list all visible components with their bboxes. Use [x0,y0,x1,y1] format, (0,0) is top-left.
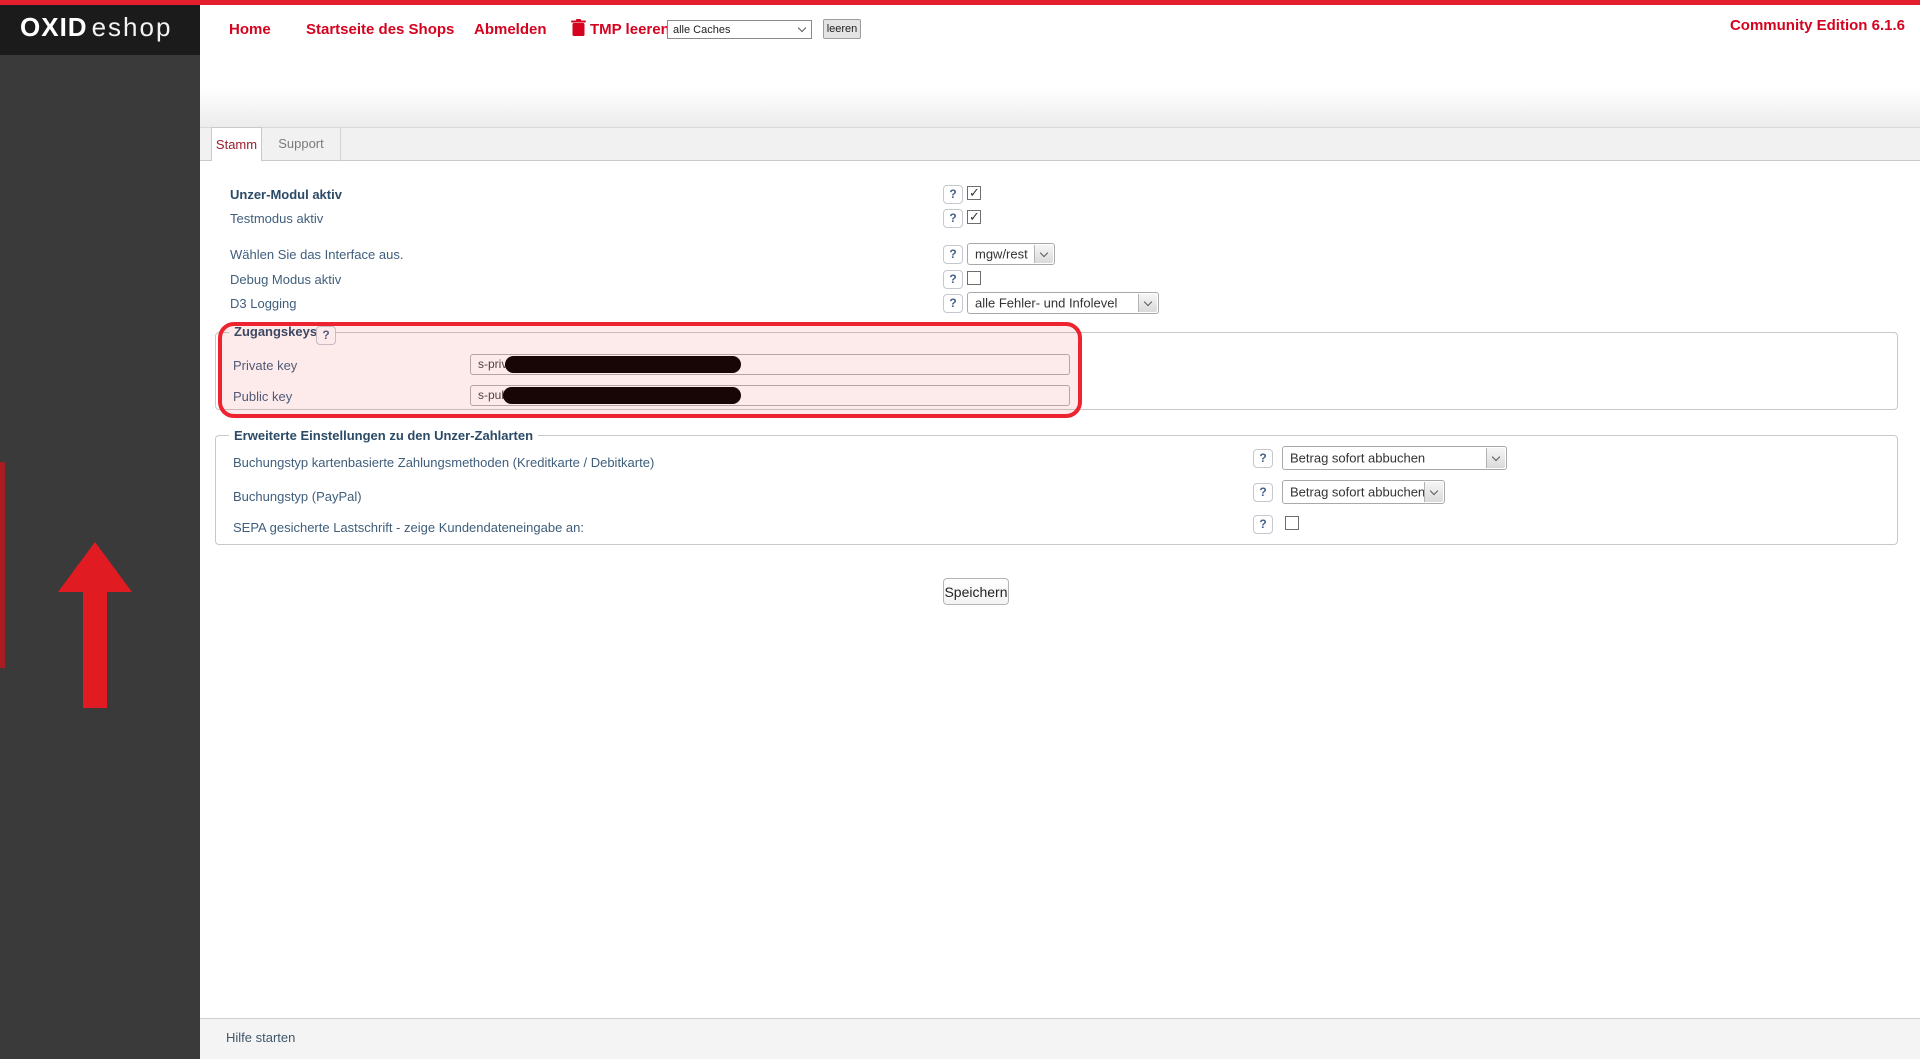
label-private-key: Private key [233,358,297,373]
content-header-area [200,55,1920,127]
help-icon[interactable]: ? [943,209,963,228]
nav-home-link[interactable]: Home [229,21,271,38]
interface-select[interactable]: mgw/rest [967,243,1055,265]
help-icon[interactable]: ? [1253,449,1273,468]
buchungstyp-karten-select[interactable]: Betrag sofort abbuchen [1282,446,1507,470]
chevron-down-icon [1034,245,1053,263]
red-arrow-annotation-shaft [83,590,107,708]
erweiterte-einstellungen-legend-text: Erweiterte Einstellungen zu den Unzer-Za… [234,428,533,443]
nav-shop-start-link[interactable]: Startseite des Shops [306,21,454,38]
logo-text-bold: OXID [20,12,88,43]
help-icon[interactable]: ? [316,326,336,345]
save-button[interactable]: Speichern [943,578,1009,605]
help-icon[interactable]: ? [943,270,963,289]
checkbox-debug-modus[interactable] [967,271,981,285]
buchungstyp-paypal-select-value: Betrag sofort abbuchen [1290,485,1425,500]
nav-logout-link[interactable]: Abmelden [474,21,547,38]
label-unzer-modul-aktiv: Unzer-Modul aktiv [230,187,342,202]
chevron-down-icon [798,24,806,32]
edition-label: Community Edition 6.1.6 [1730,17,1905,34]
help-icon[interactable]: ? [943,185,963,204]
chevron-down-icon [1424,482,1443,502]
red-arrow-annotation-head [58,542,132,592]
tab-stamm[interactable]: Stamm [211,127,262,161]
trash-icon [571,19,586,36]
cache-select-value: alle Caches [668,24,799,36]
checkbox-sepa-kundendaten[interactable] [1285,516,1299,530]
label-debug-modus-aktiv: Debug Modus aktiv [230,272,341,287]
label-testmodus-aktiv: Testmodus aktiv [230,211,323,226]
top-navbar [0,5,1920,55]
buchungstyp-paypal-select[interactable]: Betrag sofort abbuchen [1282,480,1445,504]
label-d3-logging: D3 Logging [230,296,297,311]
nav-tmp-clear-link[interactable]: TMP leeren [590,21,670,38]
help-icon[interactable]: ? [943,245,963,264]
tab-support[interactable]: Support [262,127,341,161]
help-icon[interactable]: ? [1253,515,1273,534]
top-red-strip [0,0,1920,5]
zugangskeys-legend: Zugangskeys [229,324,322,339]
public-key-redaction [503,387,741,404]
d3-logging-select[interactable]: alle Fehler- und Infolevel [967,292,1159,314]
buchungstyp-karten-select-value: Betrag sofort abbuchen [1290,451,1425,466]
checkbox-unzer-modul-aktiv[interactable] [967,186,981,200]
label-buchungstyp-karten: Buchungstyp kartenbasierte Zahlungsmetho… [233,455,654,470]
label-sepa-lastschrift: SEPA gesicherte Lastschrift - zeige Kund… [233,520,584,535]
private-key-redaction [505,356,741,373]
help-icon[interactable]: ? [1253,483,1273,502]
tab-bar [200,127,1920,161]
label-buchungstyp-paypal: Buchungstyp (PayPal) [233,489,362,504]
help-icon[interactable]: ? [943,294,963,313]
label-interface-auswahl: Wählen Sie das Interface aus. [230,247,403,262]
erweiterte-einstellungen-legend: Erweiterte Einstellungen zu den Unzer-Za… [229,428,538,443]
chevron-down-icon [1486,448,1505,468]
chevron-down-icon [1138,294,1157,312]
d3-logging-select-value: alle Fehler- und Infolevel [975,296,1117,311]
oxid-logo[interactable]: OXIDeshop [0,0,200,55]
interface-select-value: mgw/rest [975,247,1028,262]
unzer-group-stripe [0,462,5,668]
app-root: OXIDeshop Home Startseite des Shops Abme… [0,0,1920,1059]
logo-text-light: eshop [92,12,173,43]
help-start-link[interactable]: Hilfe starten [226,1030,295,1045]
label-public-key: Public key [233,389,292,404]
cache-clear-button[interactable]: leeren [823,19,861,39]
footer-bar [200,1018,1920,1059]
checkbox-testmodus-aktiv[interactable] [967,210,981,224]
cache-select[interactable]: alle Caches [667,20,812,39]
zugangskeys-legend-text: Zugangskeys [234,324,317,339]
